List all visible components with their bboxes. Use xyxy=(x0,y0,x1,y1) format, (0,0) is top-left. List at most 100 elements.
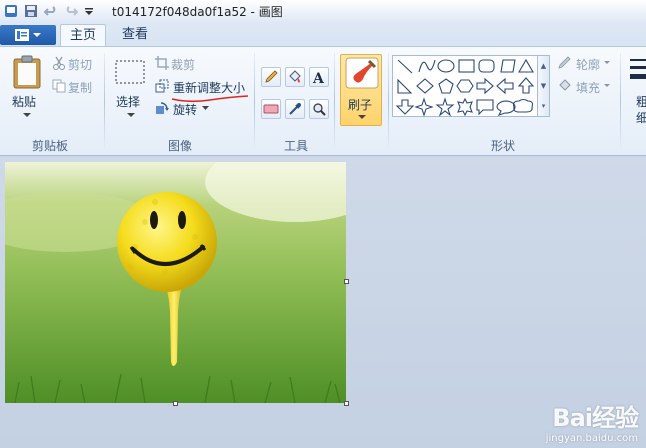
paste-label: 粘贴 xyxy=(12,95,37,109)
shapes-gallery xyxy=(392,55,538,117)
app-menu-button[interactable] xyxy=(0,25,56,45)
scissors-icon xyxy=(53,56,65,70)
ribbon: 粘贴 剪切 复制 剪贴板 选择 裁剪 重新调整大小 旋转 图像 A 工具 刷子 … xyxy=(0,46,646,156)
pentagon-shape-icon[interactable] xyxy=(438,78,454,94)
chevron-down-icon xyxy=(23,113,31,117)
pencil-button[interactable] xyxy=(261,67,281,87)
select-rectangle-icon xyxy=(115,60,145,84)
cut-label: 剪切 xyxy=(68,58,93,72)
chevron-down-icon xyxy=(202,106,209,110)
up-arrow-shape-icon[interactable] xyxy=(517,77,535,94)
group-separator xyxy=(388,53,389,151)
magnifier-button[interactable] xyxy=(309,99,329,119)
save-icon[interactable] xyxy=(24,4,38,18)
left-arrow-shape-icon[interactable] xyxy=(496,77,514,95)
outline-label: 轮廓 xyxy=(576,58,601,72)
cloud-callout-shape-icon[interactable] xyxy=(513,98,534,113)
copy-label: 复制 xyxy=(68,81,93,95)
tab-view[interactable]: 查看 xyxy=(112,24,158,46)
polygon-shape-icon[interactable] xyxy=(500,59,516,73)
chevron-down-icon xyxy=(604,84,610,87)
group-separator xyxy=(620,53,621,151)
app-menu-icon xyxy=(15,29,29,41)
undo-icon[interactable] xyxy=(43,4,58,18)
five-point-star-shape-icon[interactable] xyxy=(435,97,455,117)
clipboard-icon xyxy=(13,55,41,89)
four-point-star-shape-icon[interactable] xyxy=(414,97,434,117)
shapes-group-label: 形状 xyxy=(490,139,515,153)
oval-shape-icon[interactable] xyxy=(437,59,455,73)
eraser-button[interactable] xyxy=(261,99,281,119)
window-title: t014172f048da0f1a52 - 画图 xyxy=(112,4,283,19)
line-shape-icon[interactable] xyxy=(397,59,413,74)
color-picker-button[interactable] xyxy=(285,99,305,119)
fill-label: 填充 xyxy=(576,81,601,95)
group-separator xyxy=(254,53,255,151)
fill-bucket-button[interactable] xyxy=(285,67,305,87)
title-bar: t014172f048da0f1a52 - 画图 xyxy=(0,0,646,22)
rectangle-callout-shape-icon[interactable] xyxy=(476,99,494,116)
ribbon-tab-row: 主页 查看 xyxy=(0,22,646,46)
down-arrow-shape-icon[interactable] xyxy=(395,99,415,115)
resize-handle-corner[interactable] xyxy=(344,401,349,406)
fill-bucket-icon xyxy=(559,79,571,91)
tools-group-label: 工具 xyxy=(283,139,308,153)
text-button[interactable]: A xyxy=(309,67,329,87)
golf-ball-smiley-image xyxy=(5,162,346,403)
curve-shape-icon[interactable] xyxy=(418,59,436,73)
text-a-icon: A xyxy=(312,71,325,84)
svg-text:A: A xyxy=(312,71,325,84)
size-label-bottom: 细 xyxy=(636,111,646,125)
crop-label: 裁剪 xyxy=(171,58,196,72)
image-group-label: 图像 xyxy=(167,139,192,153)
canvas-image[interactable] xyxy=(5,162,346,403)
watermark-logo: Bai经验 xyxy=(552,404,639,432)
rounded-rectangle-shape-icon[interactable] xyxy=(478,59,495,73)
paint-bucket-icon xyxy=(289,70,301,83)
triangle-shape-icon[interactable] xyxy=(518,58,534,73)
chevron-down-icon xyxy=(358,115,366,119)
group-separator xyxy=(334,53,335,151)
baidu-jingyan-watermark: Bai经验 jingyan.baidu.com xyxy=(545,398,639,444)
diamond-shape-icon[interactable] xyxy=(416,78,434,94)
chevron-down-icon xyxy=(127,113,135,117)
oval-callout-shape-icon[interactable] xyxy=(496,100,516,116)
magnifier-icon xyxy=(313,103,326,116)
copy-icon xyxy=(52,79,66,93)
resize-handle-right[interactable] xyxy=(344,279,349,284)
rotate-icon xyxy=(156,102,169,114)
select-label: 选择 xyxy=(116,95,141,109)
size-label-top: 粗 xyxy=(636,95,646,109)
clipboard-group-label: 剪贴板 xyxy=(31,139,68,153)
six-point-star-shape-icon[interactable] xyxy=(457,97,473,117)
scroll-up-icon[interactable]: ▲ xyxy=(541,62,546,70)
brush-icon xyxy=(345,57,379,89)
shapes-gallery-scroller[interactable]: ▲ ▼ ▾ xyxy=(538,55,550,117)
tab-home[interactable]: 主页 xyxy=(60,24,106,46)
brush-button[interactable]: 刷子 xyxy=(340,54,382,126)
outline-pen-icon xyxy=(558,56,571,69)
gallery-more-icon[interactable]: ▾ xyxy=(542,102,546,110)
eyedropper-icon xyxy=(289,103,301,115)
eraser-icon xyxy=(263,104,279,114)
brush-label: 刷子 xyxy=(348,98,373,112)
chevron-down-icon xyxy=(33,33,41,37)
pencil-icon xyxy=(265,70,278,83)
paint-app-icon[interactable] xyxy=(4,4,18,18)
chevron-down-icon xyxy=(604,61,610,64)
resize-handle-bottom[interactable] xyxy=(173,401,178,406)
crop-icon xyxy=(155,56,169,70)
right-triangle-shape-icon[interactable] xyxy=(397,78,413,94)
scroll-down-icon[interactable]: ▼ xyxy=(541,82,546,90)
resize-icon xyxy=(155,79,169,93)
shapes-gallery-icons xyxy=(395,58,535,117)
rotate-label: 旋转 xyxy=(173,103,198,117)
hexagon-shape-icon[interactable] xyxy=(456,79,474,93)
rectangle-shape-icon[interactable] xyxy=(458,59,475,73)
group-separator xyxy=(104,53,105,151)
watermark-url: jingyan.baidu.com xyxy=(545,433,638,444)
customize-toolbar-dropdown-icon[interactable] xyxy=(84,4,98,18)
redo-icon[interactable] xyxy=(64,4,79,18)
right-arrow-shape-icon[interactable] xyxy=(476,77,494,95)
line-size-icon xyxy=(630,59,646,79)
